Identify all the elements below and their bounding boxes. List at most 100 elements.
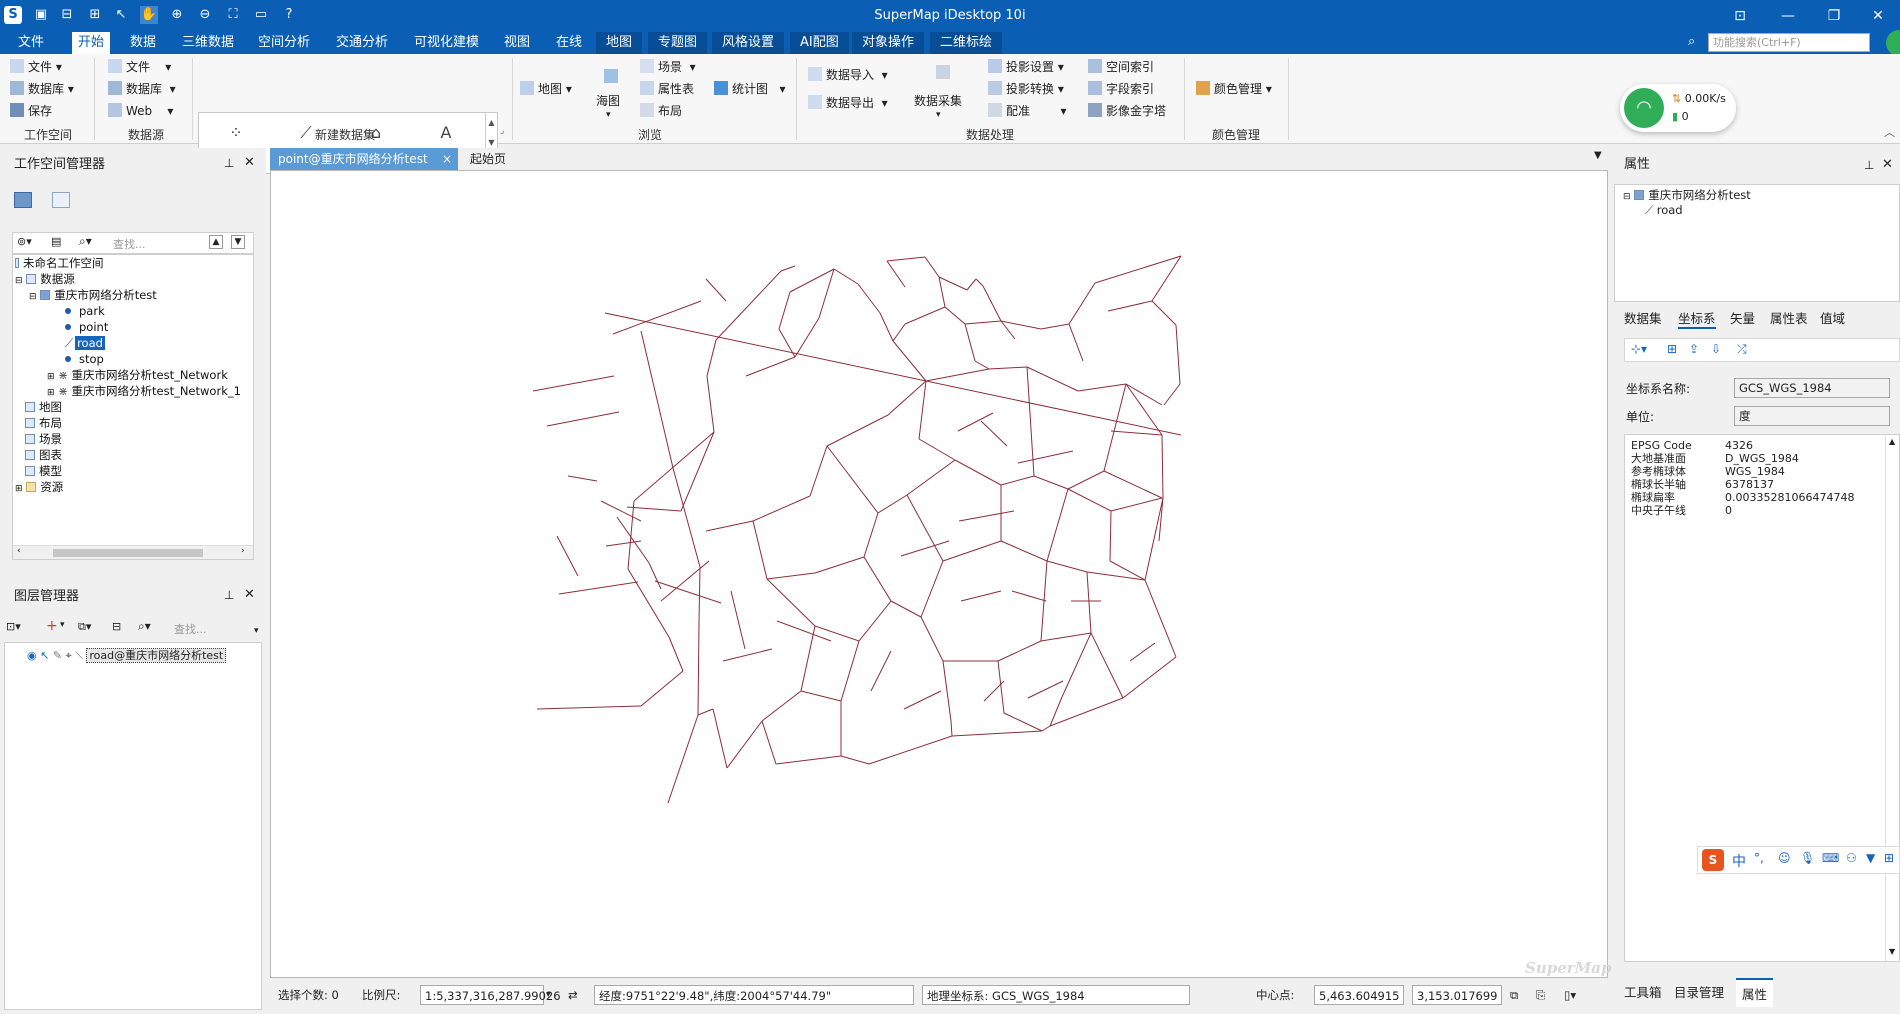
layer-group-icon[interactable]: ⧉▾	[78, 620, 91, 634]
layer-style-icon[interactable]: ⊡▾	[6, 620, 21, 633]
scroll-thumb[interactable]	[53, 549, 203, 557]
paste-icon[interactable]: ⎘	[1536, 985, 1545, 1005]
props-tree-datasource[interactable]: ⊟ 重庆市网络分析test	[1623, 187, 1751, 203]
ds-file-button[interactable]: 文件 ▾	[108, 58, 171, 76]
center-x-input[interactable]: 5,463.604915	[1314, 985, 1404, 1005]
tree-models[interactable]: 模型	[25, 463, 62, 479]
dialog-launcher-icon[interactable]: ⌟	[500, 126, 504, 136]
props-tab-dataset[interactable]: 数据集	[1624, 308, 1662, 327]
tab-list-dropdown-icon[interactable]: ▼	[1594, 150, 1602, 161]
close-panel-icon[interactable]: ✕	[244, 155, 255, 170]
crs-settings-icon[interactable]: ⊹▾	[1631, 342, 1647, 356]
search-icon[interactable]: ⌕▾	[79, 234, 92, 249]
props-tab-range[interactable]: 值域	[1820, 308, 1845, 327]
move-down-icon[interactable]: ▼	[231, 235, 245, 249]
tree-workspace-root[interactable]: 未命名工作空间	[15, 255, 104, 271]
menu-map[interactable]: 地图	[596, 32, 643, 54]
menu-ai-map[interactable]: AI配图	[790, 32, 849, 54]
bottom-tab-properties[interactable]: 属性	[1736, 978, 1774, 1007]
move-up-icon[interactable]: ▲	[209, 235, 223, 249]
grid-menu-icon[interactable]: ⊞	[1884, 851, 1894, 865]
tab-road-map[interactable]: point@重庆市网络分析test ×	[270, 148, 458, 170]
copy-icon[interactable]: ⧉	[1510, 985, 1518, 1005]
layer-item-road[interactable]: ◉ ↖ ✎ ⌖ ⟍ road@重庆市网络分析test	[27, 647, 227, 663]
menu-data[interactable]: 数据	[126, 32, 160, 54]
scroll-left-icon[interactable]: ‹	[17, 546, 21, 556]
keyboard-icon[interactable]: ⌨	[1822, 851, 1839, 865]
browse-scene-button[interactable]: 场景 ▾	[640, 58, 696, 76]
map-settings-icon[interactable]: ▯▾	[1564, 985, 1576, 1005]
ds-db-button[interactable]: 数据库 ▾	[108, 80, 176, 98]
minimize-button[interactable]: —	[1764, 0, 1812, 32]
tree-network-2[interactable]: ⊞ ⋇ 重庆市网络分析test_Network_1	[47, 383, 241, 399]
crs-export-icon[interactable]: ⇪	[1689, 342, 1699, 356]
spatial-index-button[interactable]: 空间索引	[1088, 58, 1154, 76]
pyramid-button[interactable]: 影像金字塔	[1088, 102, 1166, 120]
function-search-input[interactable]: 功能搜索(Ctrl+F)	[1708, 33, 1870, 52]
center-y-input[interactable]: 3,153.017699	[1412, 985, 1502, 1005]
sea-dropdown-icon[interactable]: ▾	[606, 110, 611, 120]
toolbar-overflow-icon[interactable]: ▾	[254, 626, 259, 636]
props-tab-attr[interactable]: 属性表	[1770, 308, 1808, 327]
menu-2d-plot[interactable]: 二维标绘	[930, 32, 1003, 54]
workspace-tab-icon[interactable]	[14, 192, 32, 208]
mic-icon[interactable]: 🎙	[1800, 851, 1815, 865]
menu-spatial-analysis[interactable]: 空间分析	[254, 32, 314, 54]
crs-import-icon[interactable]: ⇩	[1711, 342, 1721, 356]
details-scrollbar[interactable]: ▲ ▼	[1885, 435, 1899, 961]
scene-tab-icon[interactable]	[52, 192, 70, 208]
close-button[interactable]: ✕	[1854, 0, 1900, 32]
menu-start[interactable]: 开始	[72, 32, 111, 54]
maximize-button[interactable]: ❐	[1810, 0, 1858, 32]
map-canvas[interactable]: SuperMap	[270, 170, 1611, 978]
emoji-icon[interactable]: ☺	[1778, 851, 1791, 865]
bottom-tab-toolbox[interactable]: 工具箱	[1624, 982, 1662, 1001]
workspace-search-input[interactable]: 查找...	[113, 236, 146, 252]
save-workspace-icon[interactable]: ▤	[51, 235, 61, 248]
browse-map-button[interactable]: 地图 ▾	[520, 80, 572, 98]
tree-datasource[interactable]: ⊟ 重庆市网络分析test	[29, 287, 157, 303]
menu-online[interactable]: 在线	[552, 32, 586, 54]
browse-attr-button[interactable]: 属性表	[640, 80, 694, 98]
proj-convert-button[interactable]: 投影转换 ▾	[988, 80, 1064, 98]
tree-dataset-stop[interactable]: stop	[65, 351, 104, 367]
menu-view[interactable]: 视图	[500, 32, 534, 54]
sogou-logo-icon[interactable]: S	[1702, 849, 1724, 871]
menu-object-ops[interactable]: 对象操作	[852, 32, 925, 54]
tree-h-scrollbar[interactable]: ‹ ›	[13, 545, 253, 559]
tree-dataset-park[interactable]: park	[65, 303, 105, 319]
restore-ribbon-icon[interactable]: ⊡	[1716, 0, 1764, 32]
data-import-button[interactable]: 数据导入 ▾	[808, 66, 888, 84]
bottom-tab-catalog[interactable]: 目录管理	[1674, 982, 1724, 1001]
swap-icon[interactable]: ⇄	[568, 985, 578, 1005]
proj-set-button[interactable]: 投影设置 ▾	[988, 58, 1064, 76]
browse-sea-button[interactable]	[596, 68, 626, 86]
props-tree-road[interactable]: ⟋ road	[1645, 203, 1683, 218]
ws-file-button[interactable]: 文件 ▾	[10, 58, 62, 76]
scale-input[interactable]: 1:5,337,316,287.99026	[420, 985, 561, 1005]
menu-traffic-analysis[interactable]: 交通分析	[332, 32, 392, 54]
user-avatar[interactable]	[1886, 30, 1900, 56]
ime-lang[interactable]: 中	[1732, 851, 1746, 871]
collect-dropdown-icon[interactable]: ▾	[936, 110, 941, 120]
tree-dataset-point[interactable]: point	[65, 319, 108, 335]
browse-stat-button[interactable]: 统计图 ▾	[714, 80, 785, 98]
open-workspace-icon[interactable]: ⊚▾	[17, 235, 32, 248]
visible-eye-icon[interactable]: ◉	[27, 649, 37, 662]
field-index-button[interactable]: 字段索引	[1088, 80, 1154, 98]
collapse-ribbon-icon[interactable]: ︿	[1884, 124, 1895, 140]
data-collect-button[interactable]: 数据采集	[914, 92, 962, 110]
menu-style[interactable]: 风格设置	[712, 32, 785, 54]
props-tab-vector[interactable]: 矢量	[1730, 308, 1755, 327]
tab-start-page[interactable]: 起始页	[462, 148, 514, 170]
layer-snapshot-icon[interactable]: ⊟	[112, 620, 121, 633]
snappable-icon[interactable]: ⌖	[66, 649, 72, 662]
add-layer-icon[interactable]: +	[46, 618, 58, 634]
scroll-right-icon[interactable]: ›	[241, 546, 245, 556]
pin-icon[interactable]: ⊥	[224, 156, 234, 170]
tree-layouts[interactable]: 布局	[25, 415, 62, 431]
tree-resources[interactable]: ⊞ 资源	[15, 479, 63, 495]
close-tab-icon[interactable]: ×	[442, 148, 452, 170]
data-collect-icon[interactable]	[930, 64, 956, 82]
pin-icon[interactable]: ⊥	[224, 588, 234, 602]
